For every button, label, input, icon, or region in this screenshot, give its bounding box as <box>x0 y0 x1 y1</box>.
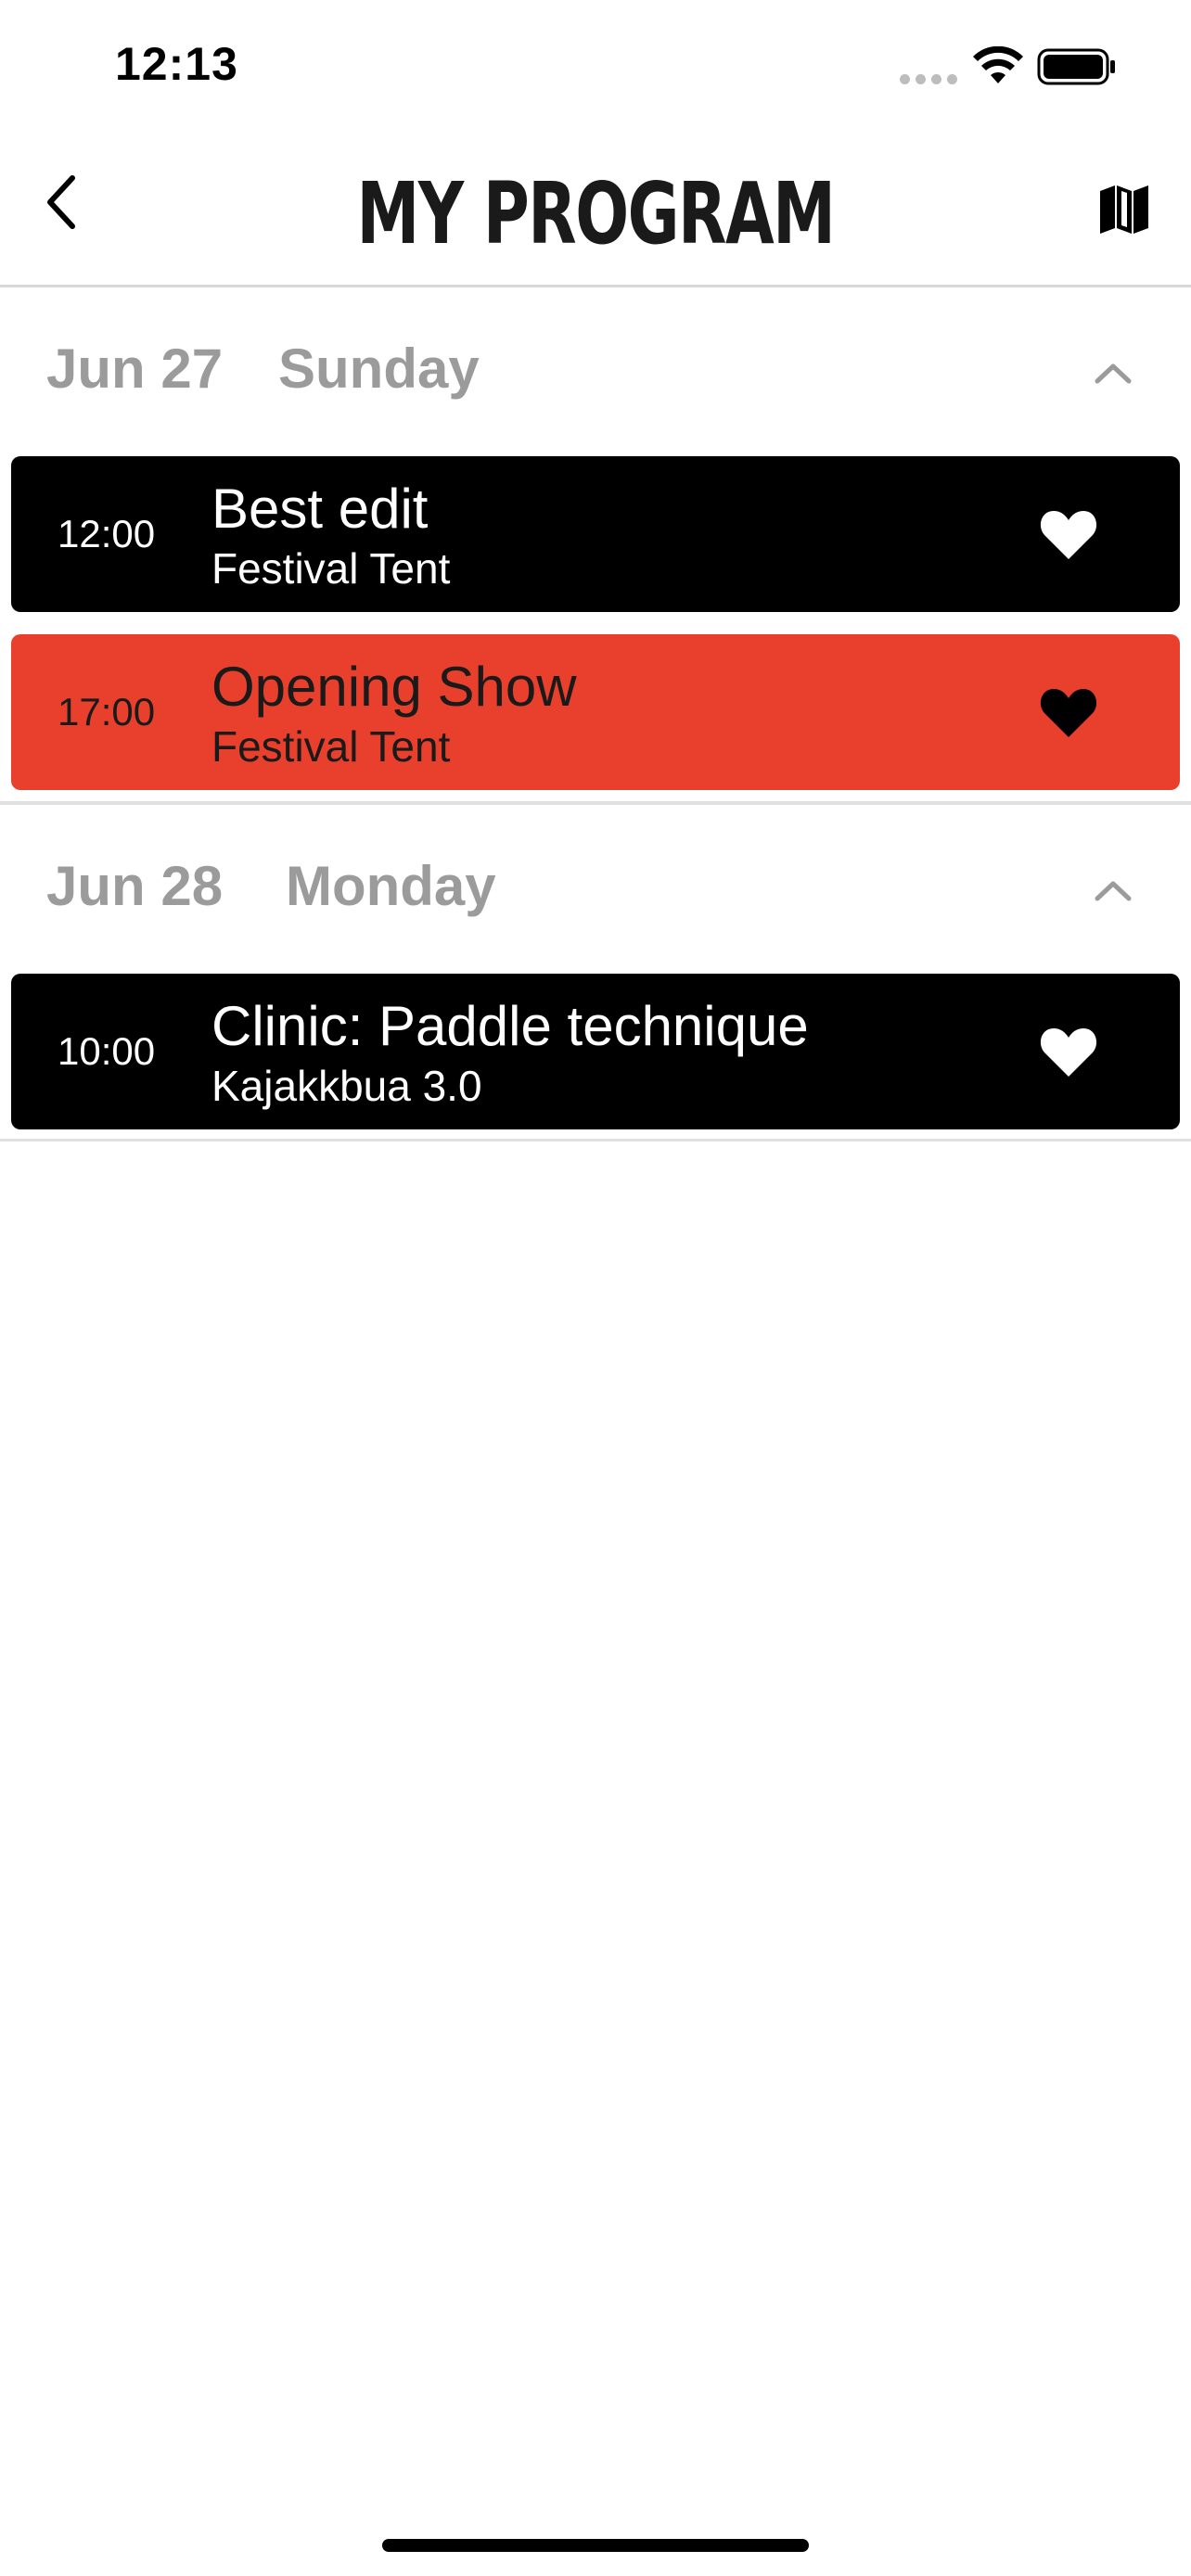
day-date: Jun 27 <box>46 338 224 400</box>
day-header[interactable]: Jun 28 Monday <box>0 808 1191 963</box>
collapse-button[interactable] <box>1085 867 1141 913</box>
map-icon <box>1100 185 1148 234</box>
event-title: Clinic: Paddle technique <box>211 995 809 1057</box>
event-time: 12:00 <box>58 512 156 555</box>
event-venue: Kajakkbua 3.0 <box>211 1062 482 1110</box>
event-time: 17:00 <box>58 690 156 733</box>
event-title: Opening Show <box>211 656 577 718</box>
event-time: 10:00 <box>58 1029 156 1073</box>
event-venue: Festival Tent <box>211 544 451 593</box>
home-indicator[interactable] <box>382 2539 809 2552</box>
event-venue: Festival Tent <box>211 722 451 771</box>
heart-icon <box>1040 511 1097 559</box>
status-bar: 12:13 <box>0 0 1191 130</box>
day-weekday: Sunday <box>278 338 480 400</box>
event-card[interactable]: 17:00 Opening Show Festival Tent <box>11 634 1180 790</box>
section-divider <box>0 801 1191 805</box>
chevron-up-icon <box>1095 881 1132 901</box>
wifi-icon <box>973 46 1023 83</box>
day-section: Jun 27 Sunday 12:00 Best edit Festival T… <box>0 290 1191 806</box>
day-header[interactable]: Jun 27 Sunday <box>0 290 1191 446</box>
chevron-up-icon <box>1095 363 1132 384</box>
favorite-button[interactable] <box>1030 675 1108 749</box>
map-button[interactable] <box>1091 176 1158 243</box>
day-weekday: Monday <box>286 855 496 917</box>
heart-icon <box>1040 689 1097 737</box>
favorite-button[interactable] <box>1030 1014 1108 1089</box>
back-button[interactable] <box>33 165 89 239</box>
event-card[interactable]: 12:00 Best edit Festival Tent <box>11 456 1180 612</box>
section-divider <box>0 1139 1191 1141</box>
event-title: Best edit <box>211 478 429 540</box>
battery-icon <box>1037 48 1115 85</box>
favorite-button[interactable] <box>1030 497 1108 571</box>
status-time: 12:13 <box>115 38 238 90</box>
navigation-header: MY PROGRAM <box>0 130 1191 287</box>
heart-icon <box>1040 1028 1097 1077</box>
day-date: Jun 28 <box>46 855 224 917</box>
chevron-left-icon <box>47 175 75 229</box>
event-card[interactable]: 10:00 Clinic: Paddle technique Kajakkbua… <box>11 974 1180 1129</box>
cellular-signal-icon <box>900 74 957 85</box>
page-title: MY PROGRAM <box>356 164 836 263</box>
collapse-button[interactable] <box>1085 350 1141 396</box>
day-section: Jun 28 Monday 10:00 Clinic: Paddle techn… <box>0 808 1191 1141</box>
